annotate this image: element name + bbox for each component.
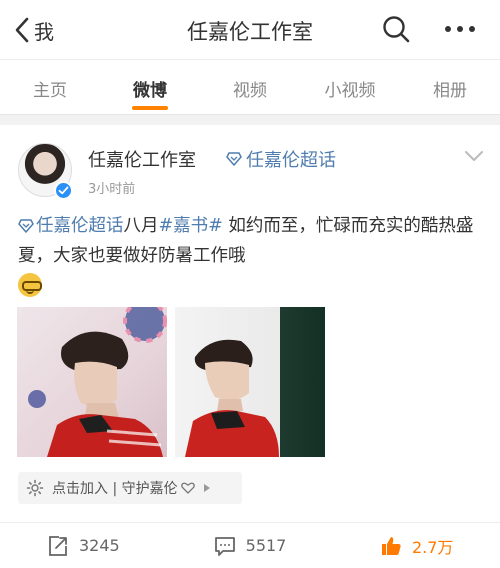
tab-weibo[interactable]: 微博 bbox=[100, 60, 200, 114]
tab-video-label: 视频 bbox=[233, 81, 267, 101]
content-text-a: 八月 bbox=[123, 216, 159, 236]
post-content: 任嘉伦超话八月#嘉书# 如约而至，忙碌而充实的酷热盛夏，大家也要做好防暑工作哦 bbox=[18, 211, 482, 301]
back-button[interactable]: 我 bbox=[14, 14, 54, 46]
profile-tabs: 主页 微博 视频 小视频 相册 bbox=[0, 60, 500, 115]
super-topic-label: 任嘉伦超话 bbox=[246, 150, 336, 171]
back-chevron-icon bbox=[15, 17, 29, 43]
post-time: 3小时前 bbox=[88, 182, 136, 197]
super-topic-link[interactable]: 任嘉伦超话 bbox=[226, 146, 336, 172]
repost-button[interactable]: 3245 bbox=[0, 523, 167, 568]
post-card: 任嘉伦工作室 任嘉伦超话 3小时前 任嘉伦超话八月#嘉书# 如约而至，忙碌而充实… bbox=[0, 125, 500, 568]
tab-weibo-label: 微博 bbox=[133, 81, 167, 101]
diamond-icon bbox=[226, 152, 242, 166]
section-gap bbox=[0, 115, 500, 125]
post-author[interactable]: 任嘉伦工作室 bbox=[88, 146, 196, 172]
tab-home-label: 主页 bbox=[33, 81, 67, 101]
active-tab-indicator bbox=[132, 106, 168, 110]
tab-album-label: 相册 bbox=[433, 81, 467, 101]
comment-count: 5517 bbox=[245, 536, 287, 555]
like-count: 2.7万 bbox=[411, 537, 454, 557]
back-label: 我 bbox=[34, 19, 54, 44]
tab-short-video-label: 小视频 bbox=[324, 81, 376, 101]
search-icon[interactable] bbox=[381, 14, 411, 44]
top-bar: 我 任嘉伦工作室 bbox=[0, 0, 500, 60]
page-title: 任嘉伦工作室 bbox=[187, 20, 313, 44]
comment-icon bbox=[214, 536, 235, 556]
join-label: 点击加入 | 守护嘉伦 bbox=[52, 481, 178, 497]
nerd-emoji-icon bbox=[18, 273, 42, 297]
tab-home[interactable]: 主页 bbox=[0, 60, 100, 114]
repost-count: 3245 bbox=[78, 536, 120, 555]
action-bar: 3245 5517 2.7万 bbox=[0, 523, 500, 568]
repost-icon bbox=[49, 535, 67, 556]
post-image-1[interactable] bbox=[17, 307, 167, 457]
diamond-icon bbox=[18, 219, 34, 233]
super-topic-join-bar[interactable]: 点击加入 | 守护嘉伦 bbox=[18, 472, 242, 504]
tab-short-video[interactable]: 小视频 bbox=[300, 60, 400, 114]
content-topic-label: 任嘉伦超话 bbox=[36, 216, 124, 236]
photo-illustration bbox=[28, 307, 167, 457]
sun-icon bbox=[26, 479, 44, 497]
content-topic-link[interactable]: 任嘉伦超话 bbox=[18, 216, 124, 236]
heart-icon bbox=[180, 482, 195, 494]
like-button[interactable]: 2.7万 bbox=[333, 523, 500, 568]
like-icon bbox=[381, 536, 401, 555]
verified-icon bbox=[54, 181, 73, 200]
triangle-right-icon bbox=[203, 484, 210, 492]
tab-album[interactable]: 相册 bbox=[400, 60, 500, 114]
comment-button[interactable]: 5517 bbox=[167, 523, 334, 568]
more-icon[interactable] bbox=[440, 14, 480, 44]
hashtag-link[interactable]: #嘉书# bbox=[159, 216, 223, 236]
photo-illustration bbox=[185, 339, 279, 457]
post-image-2[interactable] bbox=[175, 307, 325, 457]
tab-video[interactable]: 视频 bbox=[200, 60, 300, 114]
chevron-down-icon[interactable] bbox=[464, 149, 484, 163]
